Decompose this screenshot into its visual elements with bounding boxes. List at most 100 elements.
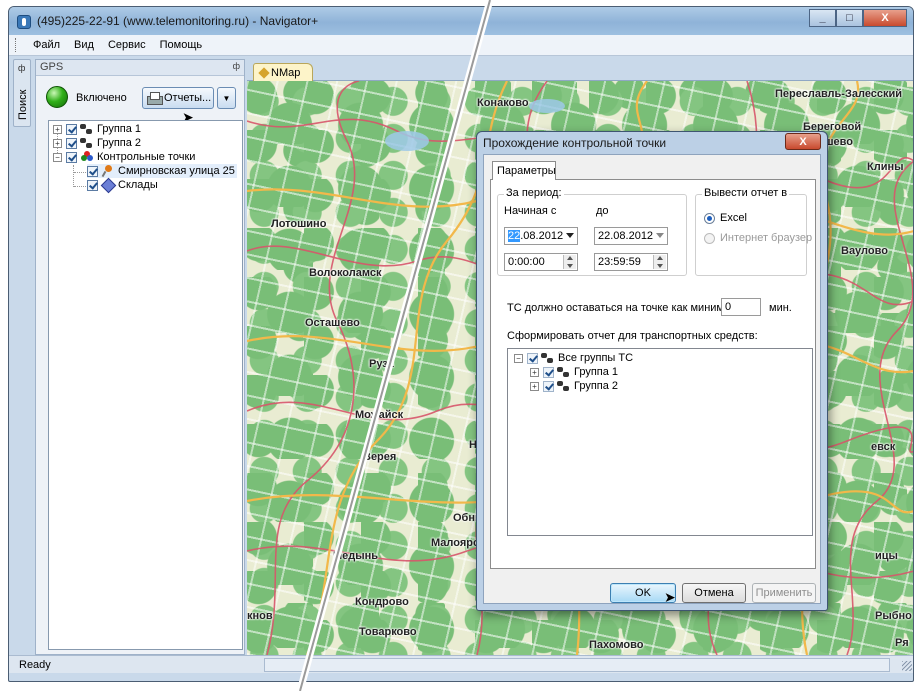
tree-checkbox[interactable] [87, 165, 98, 177]
min-stay-input[interactable]: 0 [721, 298, 761, 316]
maximize-button[interactable]: □ [836, 9, 863, 27]
tree-checkbox[interactable] [543, 366, 554, 378]
city-label: Пахомово [589, 639, 644, 651]
dialog-title: Прохождение контрольной точки [483, 136, 667, 150]
pin-icon[interactable]: ф [18, 63, 25, 73]
spinner-icon[interactable] [653, 255, 666, 269]
gps-panel-header: GPS ф [36, 60, 244, 76]
status-indicator-icon[interactable] [46, 86, 68, 108]
tree-item-label: Группа 2 [97, 137, 142, 149]
from-label: Начиная с [504, 205, 557, 217]
dialog-body: Параметры За период: Начиная с до 22.08.… [483, 154, 821, 605]
collapse-icon[interactable]: − [53, 152, 62, 162]
cars-icon [541, 352, 555, 364]
warehouse-icon [101, 179, 115, 191]
period-title: За период: [504, 187, 564, 199]
city-label: Клины [867, 161, 904, 173]
from-date-rest: .08.2012 [520, 230, 564, 242]
menu-service[interactable]: Сервис [101, 39, 153, 51]
expand-icon[interactable]: + [530, 381, 539, 391]
menu-grip [15, 38, 18, 52]
vehicle-tree-label: Группа 1 [574, 366, 619, 378]
tree-item-group-2[interactable]: + Группа 2 [53, 136, 141, 150]
city-label: Верея [363, 451, 397, 463]
excel-label: Excel [720, 212, 747, 224]
to-time-value: 23:59:59 [598, 256, 641, 268]
reports-button[interactable]: Отчеты... [142, 87, 214, 109]
resize-grip-icon[interactable] [902, 661, 912, 671]
cars-icon [80, 137, 94, 149]
close-button[interactable]: X [863, 9, 907, 27]
vehicle-tree-group-1[interactable]: + Группа 1 [530, 365, 618, 379]
tree-item-checkpoints[interactable]: − Контрольные точки [53, 150, 195, 164]
tree-checkbox[interactable] [87, 179, 98, 191]
expand-icon[interactable]: + [53, 138, 62, 148]
city-label: Руза [369, 358, 394, 370]
objects-tree: + Группа 1 + Группа 2 − Контрольные точк… [48, 120, 243, 650]
to-time-field[interactable]: 23:59:59 [594, 253, 668, 271]
to-date-value: 22.08.2012 [598, 230, 654, 242]
cars-icon [80, 123, 94, 135]
city-label: Кондрово [355, 596, 409, 608]
browser-radio[interactable] [704, 233, 715, 244]
minimize-button[interactable]: _ [809, 9, 836, 27]
vehicle-tree-label: Группа 2 [574, 380, 619, 392]
reports-button-label: Отчеты... [164, 92, 212, 104]
city-label: Конаково [477, 97, 529, 109]
menu-help[interactable]: Помощь [153, 39, 210, 51]
vehicle-tree-group-2[interactable]: + Группа 2 [530, 379, 618, 393]
parameters-page: За период: Начиная с до 22.08.2012 22.08… [490, 179, 816, 569]
reports-dropdown-button[interactable]: ▼ [217, 87, 236, 109]
map-tabstrip: NMap [247, 59, 913, 82]
tree-item-label: Склады [118, 179, 158, 191]
menu-bar: Файл Вид Сервис Помощь [9, 35, 913, 56]
tree-item-smirnovskaya[interactable]: Смирновская улица 25 [87, 164, 237, 178]
tab-parameters[interactable]: Параметры [492, 161, 556, 180]
search-tab-label: Поиск [17, 89, 29, 120]
city-label: ицы [875, 550, 898, 562]
cars-icon [557, 366, 571, 378]
expand-icon[interactable]: + [53, 124, 62, 134]
city-label: Волоколамск [309, 267, 382, 279]
tab-nmap[interactable]: NMap [253, 63, 313, 82]
city-label: кнов [247, 610, 273, 622]
panel-pin-icon[interactable]: ф [233, 61, 240, 71]
menu-file[interactable]: Файл [26, 39, 67, 51]
from-time-field[interactable]: 0:00:00 [504, 253, 578, 271]
mouse-cursor-icon: ➤ [664, 589, 676, 605]
gps-panel-title: GPS [40, 61, 64, 73]
checkpoints-icon [80, 151, 94, 163]
chevron-down-icon[interactable] [656, 233, 664, 238]
period-groupbox: За период: Начиная с до 22.08.2012 22.08… [497, 187, 687, 276]
city-label: Лотошино [271, 218, 327, 230]
tree-checkbox[interactable] [66, 137, 77, 149]
excel-radio[interactable] [704, 213, 715, 224]
title-bar[interactable]: (495)225-22-91 (www.telemonitoring.ru) -… [9, 7, 913, 35]
cancel-button[interactable]: Отмена [682, 583, 746, 603]
to-date-picker[interactable]: 22.08.2012 [594, 227, 668, 245]
vehicles-label: Сформировать отчет для транспортных сред… [507, 330, 758, 342]
tree-checkbox[interactable] [543, 380, 554, 392]
apply-button[interactable]: Применить [752, 583, 816, 603]
tree-checkbox[interactable] [66, 123, 77, 135]
menu-view[interactable]: Вид [67, 39, 101, 51]
city-label: Медынь [333, 550, 379, 562]
status-label: Включено [76, 92, 127, 104]
spinner-icon[interactable] [563, 255, 576, 269]
tree-item-group-1[interactable]: + Группа 1 [53, 122, 141, 136]
city-label: Переславль-Залесский [775, 88, 903, 100]
tree-checkbox[interactable] [66, 151, 77, 163]
tree-checkbox[interactable] [527, 352, 538, 364]
dialog-close-button[interactable]: X [785, 133, 821, 150]
from-time-value: 0:00:00 [508, 256, 545, 268]
printer-icon [147, 92, 163, 105]
search-side-tab[interactable]: ф Поиск [13, 59, 31, 127]
from-date-day: 22 [508, 230, 521, 242]
map-icon [258, 67, 270, 79]
collapse-icon[interactable]: − [514, 353, 523, 363]
chevron-down-icon[interactable] [566, 233, 574, 238]
vehicle-tree-all-groups[interactable]: − Все группы ТС [514, 351, 633, 365]
tree-item-warehouses[interactable]: Склады [87, 178, 158, 192]
from-date-picker[interactable]: 22.08.2012 [504, 227, 578, 245]
expand-icon[interactable]: + [530, 367, 539, 377]
